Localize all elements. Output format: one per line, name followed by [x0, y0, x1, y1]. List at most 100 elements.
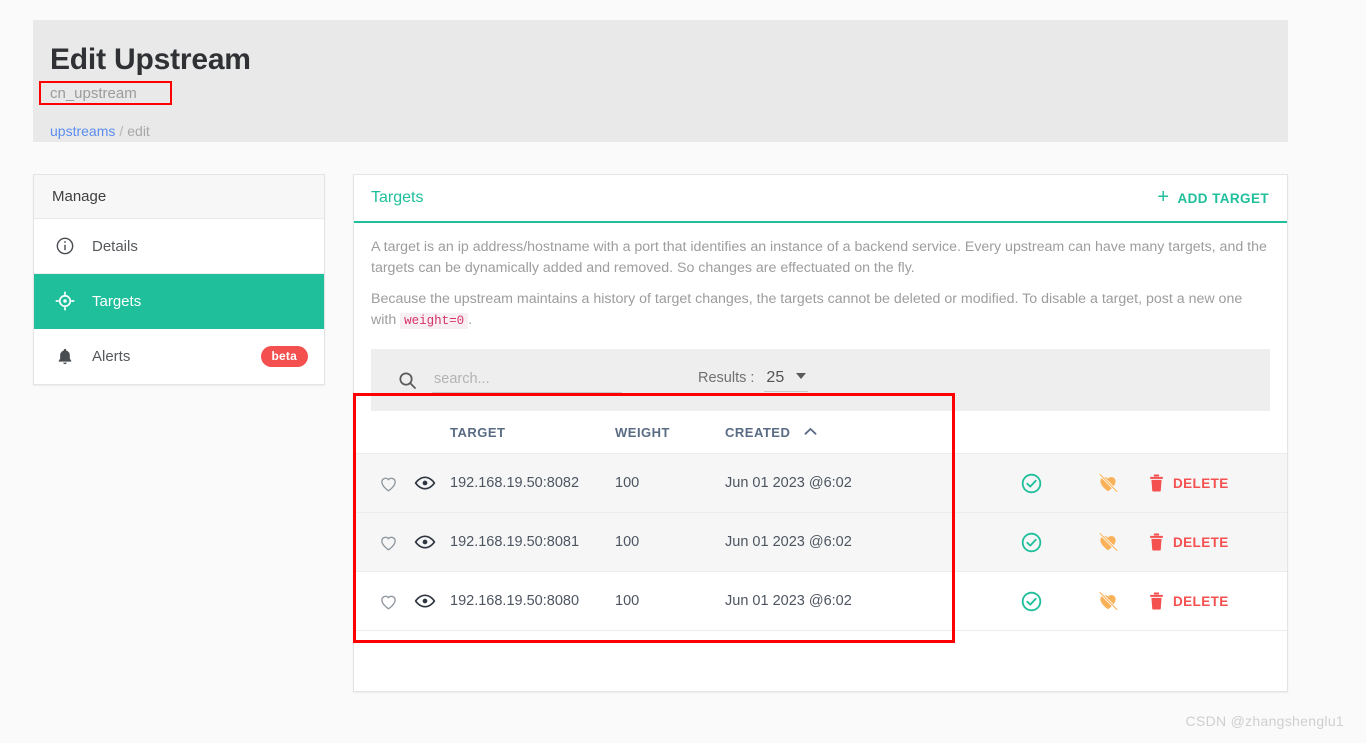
cell-target: 192.168.19.50:8082	[450, 453, 615, 514]
filter-bar: Results : 25	[371, 349, 1270, 412]
cell-disable[interactable]	[1067, 571, 1149, 632]
check-circle-icon[interactable]	[995, 472, 1067, 495]
chevron-down-icon	[796, 372, 807, 379]
trash-icon	[1149, 474, 1164, 492]
column-header-gap	[920, 411, 995, 455]
heart-outline-icon[interactable]	[376, 473, 400, 494]
delete-label: DELETE	[1173, 534, 1229, 550]
results-group: Results : 25	[698, 368, 809, 392]
sidebar-item-targets[interactable]: Targets	[34, 274, 324, 329]
page-header-panel: Edit Upstream cn_upstream upstreams / edit	[33, 20, 1288, 142]
check-circle-icon[interactable]	[995, 590, 1067, 613]
sort-ascending-icon	[804, 424, 817, 439]
breadcrumb-link-upstreams[interactable]: upstreams	[50, 123, 115, 139]
cell-status[interactable]	[995, 512, 1067, 573]
sidebar-heading: Manage	[34, 175, 324, 219]
cell-target: 192.168.19.50:8080	[450, 571, 615, 632]
search-group	[397, 367, 622, 393]
cell-created: Jun 01 2023 @6:02	[725, 512, 920, 573]
results-label: Results :	[698, 369, 755, 386]
sidebar-item-label-targets: Targets	[92, 292, 142, 310]
table-head: TARGET WEIGHT CREATED	[354, 411, 1287, 455]
cell-disable[interactable]	[1067, 453, 1149, 514]
column-header-favorite	[354, 411, 400, 455]
heart-slash-icon[interactable]	[1067, 589, 1149, 613]
sidebar-item-label-alerts: Alerts	[92, 348, 131, 365]
cell-status[interactable]	[995, 571, 1067, 632]
cell-gap	[920, 571, 995, 632]
search-input[interactable]	[432, 367, 622, 393]
check-circle-icon[interactable]	[995, 531, 1067, 554]
cell-target: 192.168.19.50:8081	[450, 512, 615, 573]
cell-weight: 100	[615, 453, 725, 514]
cell-created: Jun 01 2023 @6:02	[725, 571, 920, 632]
table-header-row: TARGET WEIGHT CREATED	[354, 411, 1287, 455]
cell-favorite[interactable]	[354, 453, 400, 514]
app-root: Edit Upstream cn_upstream upstreams / edit…	[0, 0, 1366, 743]
heart-slash-icon[interactable]	[1067, 471, 1149, 495]
description-paragraph-2: Because the upstream maintains a history…	[371, 289, 1269, 330]
watermark: CSDN @zhangshenglu1	[1185, 713, 1344, 729]
delete-label: DELETE	[1173, 475, 1229, 491]
cell-favorite[interactable]	[354, 512, 400, 573]
cell-status[interactable]	[995, 453, 1067, 514]
breadcrumb-current: edit	[127, 123, 150, 139]
delete-label: DELETE	[1173, 593, 1229, 609]
column-header-disable	[1067, 411, 1149, 455]
eye-icon[interactable]	[400, 472, 450, 494]
delete-button[interactable]: DELETE	[1149, 474, 1287, 492]
heart-outline-icon[interactable]	[376, 591, 400, 612]
description-2-before: Because the upstream maintains a history…	[371, 291, 1243, 328]
breadcrumb: upstreams / edit	[50, 123, 150, 139]
eye-icon[interactable]	[400, 531, 450, 553]
table-row: 192.168.19.50:8082 100 Jun 01 2023 @6:02	[354, 453, 1287, 514]
crosshair-icon	[52, 288, 78, 314]
column-header-status	[995, 411, 1067, 455]
plus-icon: +	[1157, 186, 1170, 208]
cell-view[interactable]	[400, 453, 450, 514]
column-header-created-label: CREATED	[725, 425, 791, 441]
description-paragraph-1: A target is an ip address/hostname with …	[371, 239, 1267, 276]
status-badge-beta: beta	[260, 346, 308, 367]
cell-gap	[920, 512, 995, 573]
table-row: 192.168.19.50:8080 100 Jun 01 2023 @6:02	[354, 571, 1287, 632]
column-header-view	[400, 411, 450, 455]
bell-icon	[52, 344, 78, 370]
column-header-target[interactable]: TARGET	[450, 411, 615, 455]
eye-icon[interactable]	[400, 590, 450, 612]
breadcrumb-separator: /	[119, 123, 124, 139]
heart-slash-icon[interactable]	[1067, 530, 1149, 554]
cell-favorite[interactable]	[354, 571, 400, 632]
heart-outline-icon[interactable]	[376, 532, 400, 553]
column-header-created[interactable]: CREATED	[725, 411, 920, 455]
add-target-button[interactable]: + ADD TARGET	[1157, 186, 1269, 208]
cell-view[interactable]	[400, 512, 450, 573]
sidebar-item-alerts[interactable]: Alerts beta	[34, 329, 324, 384]
card-header: Targets + ADD TARGET	[354, 175, 1287, 223]
add-target-label: ADD TARGET	[1177, 190, 1269, 206]
page-title: Edit Upstream	[50, 43, 251, 76]
cell-created: Jun 01 2023 @6:02	[725, 453, 920, 514]
column-header-weight[interactable]: WEIGHT	[615, 411, 725, 455]
results-per-page-select[interactable]: 25	[764, 368, 809, 392]
cell-gap	[920, 453, 995, 514]
table-body: 192.168.19.50:8082 100 Jun 01 2023 @6:02	[354, 453, 1287, 632]
info-circle-icon	[52, 233, 78, 259]
table-row: 192.168.19.50:8081 100 Jun 01 2023 @6:02	[354, 512, 1287, 573]
cell-view[interactable]	[400, 571, 450, 632]
sidebar: Manage Details Targets Alerts beta	[33, 174, 325, 385]
sidebar-item-details[interactable]: Details	[34, 219, 324, 274]
trash-icon	[1149, 592, 1164, 610]
delete-button[interactable]: DELETE	[1149, 592, 1287, 610]
results-value: 25	[766, 368, 785, 386]
targets-description: A target is an ip address/hostname with …	[354, 223, 1287, 343]
cell-delete[interactable]: DELETE	[1149, 453, 1287, 514]
targets-card: Targets + ADD TARGET A target is an ip a…	[353, 174, 1288, 692]
delete-button[interactable]: DELETE	[1149, 533, 1287, 551]
cell-delete[interactable]: DELETE	[1149, 571, 1287, 632]
cell-delete[interactable]: DELETE	[1149, 512, 1287, 573]
cell-disable[interactable]	[1067, 512, 1149, 573]
weight-zero-code: weight=0	[400, 312, 469, 329]
column-header-delete	[1149, 411, 1287, 455]
cell-weight: 100	[615, 571, 725, 632]
